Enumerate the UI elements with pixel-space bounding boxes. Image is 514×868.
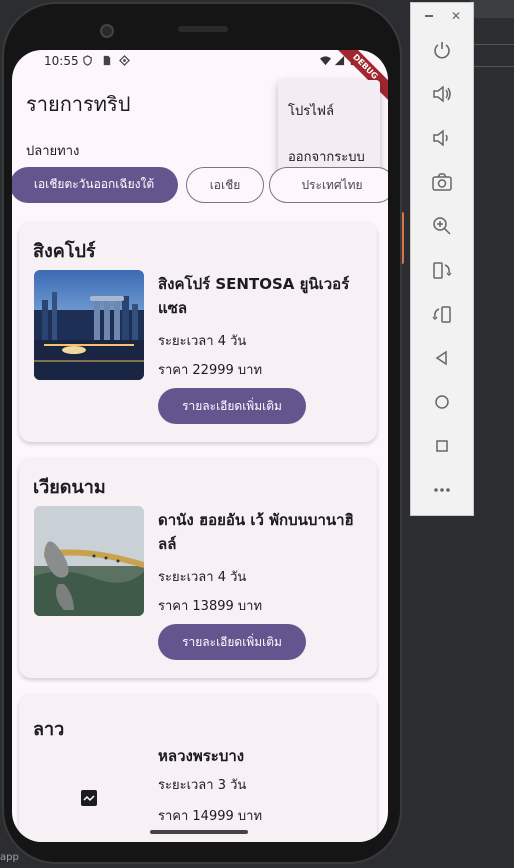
trip-details-button[interactable]: รายละเอียดเพิ่มเติม (158, 624, 306, 660)
status-bar: 10:55 DEBUG (12, 50, 388, 104)
front-camera (100, 24, 114, 38)
trip-country: ลาว (33, 719, 65, 740)
data-saver-icon (119, 55, 130, 66)
ide-divider (470, 44, 514, 45)
trip-duration: ระยะเวลา 4 วัน (158, 334, 247, 349)
minimize-icon[interactable] (425, 15, 433, 17)
trip-details-button[interactable]: รายละเอียดเพิ่มเติม (158, 388, 306, 424)
trip-price: ราคา 13899 บาท (158, 599, 263, 614)
volume-down-icon[interactable] (431, 127, 453, 149)
menu-item-logout[interactable]: ออกจากระบบ (288, 146, 365, 167)
trip-card: เวียดนาม ดานัง ฮอยอัน เว้ พักบนบานาฮิลล์… (19, 458, 377, 678)
home-icon[interactable] (431, 391, 453, 413)
trip-image-singapore (34, 270, 144, 380)
shield-icon (83, 55, 92, 66)
status-time: 10:55 (44, 54, 79, 68)
gesture-nav-bar[interactable] (150, 830, 248, 834)
trip-country: เวียดนาม (33, 477, 106, 498)
emulator-title-bar: ✕ (411, 3, 475, 29)
more-icon[interactable] (431, 479, 453, 501)
rotate-right-icon[interactable] (431, 303, 453, 325)
trip-title: หลวงพระบาง (158, 747, 245, 765)
close-icon[interactable]: ✕ (451, 9, 461, 23)
menu-item-profile[interactable]: โปรไฟล์ (288, 100, 334, 121)
cell-signal-icon (334, 55, 345, 66)
overview-icon[interactable] (431, 435, 453, 457)
page-title: รายการทริป (26, 92, 131, 116)
trip-title: สิงคโปร์ SENTOSA ยูนิเวอร์แซล (158, 275, 350, 317)
trip-image-golden-bridge (34, 506, 144, 616)
destination-chip-row: เอเชียตะวันออกเฉียงใต้ เอเชีย ประเทศไทย (12, 167, 388, 205)
app-screen: 10:55 DEBUG รายการทริป โปรไฟล์ ออกจากระบ… (12, 50, 388, 842)
chip-southeast-asia[interactable]: เอเชียตะวันออกเฉียงใต้ (12, 167, 178, 203)
trip-country: สิงคโปร์ (33, 241, 96, 262)
trip-card: สิงคโปร์ สิงคโปร์ SENTOSA ยูนิเวอร์แซล ร… (19, 222, 377, 442)
ide-toolbar-strip (470, 0, 514, 18)
ide-divider (470, 66, 514, 67)
trip-duration: ระยะเวลา 3 วัน (158, 778, 247, 793)
destination-label: ปลายทาง (26, 144, 80, 159)
back-icon[interactable] (431, 347, 453, 369)
volume-up-icon[interactable] (431, 83, 453, 105)
chip-thailand[interactable]: ประเทศไทย (269, 167, 388, 203)
trip-price: ราคา 14999 บาท (158, 809, 263, 824)
trip-duration: ระยะเวลา 4 วัน (158, 570, 247, 585)
sim-card-icon (103, 55, 111, 66)
trip-card: ลาว หลวงพระบาง ระยะเวลา 3 วัน ราคา 14999… (19, 694, 377, 842)
emulator-control-panel: ✕ (410, 2, 474, 516)
camera-icon[interactable] (431, 171, 453, 193)
trip-price: ราคา 22999 บาท (158, 363, 263, 378)
wifi-icon (320, 56, 331, 66)
rotate-left-icon[interactable] (431, 259, 453, 281)
earpiece (178, 26, 228, 32)
broken-image-icon (81, 790, 97, 806)
zoom-icon[interactable] (431, 215, 453, 237)
trip-title: ดานัง ฮอยอัน เว้ พักบนบานาฮิลล์ (158, 511, 354, 553)
chip-asia[interactable]: เอเชีย (186, 167, 264, 203)
emulator-phone: 10:55 DEBUG รายการทริป โปรไฟล์ ออกจากระบ… (0, 0, 404, 868)
power-icon[interactable] (431, 39, 453, 61)
